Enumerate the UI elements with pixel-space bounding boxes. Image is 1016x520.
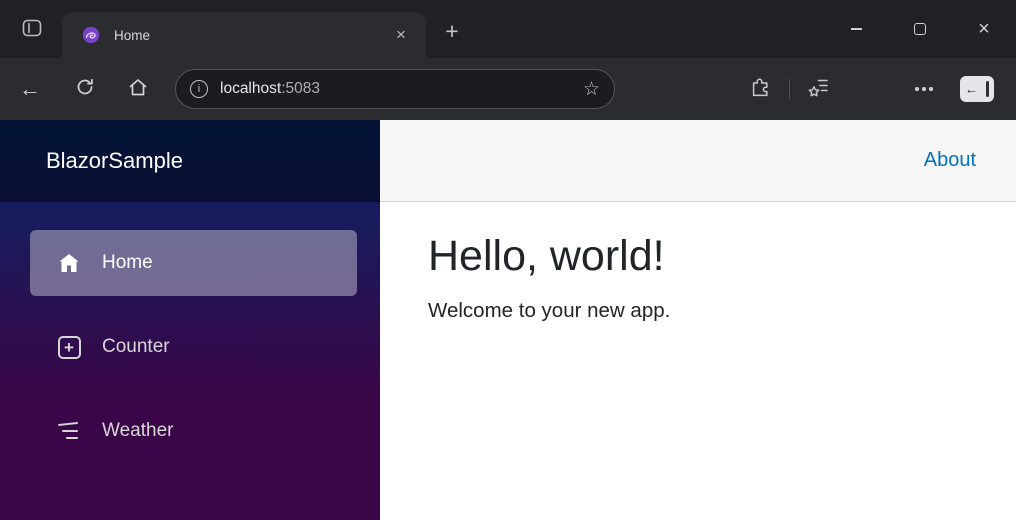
extensions-puzzle-icon: [749, 76, 771, 103]
home-icon: [127, 76, 149, 102]
tab-actions-icon: [20, 16, 44, 45]
toolbar-separator: [789, 79, 790, 99]
maximize-button[interactable]: [888, 0, 952, 58]
sidebar-item-label: Counter: [102, 336, 170, 357]
minimize-button[interactable]: [824, 0, 888, 58]
browser-home-button[interactable]: [120, 71, 156, 107]
new-tab-button[interactable]: +: [436, 15, 468, 47]
about-link[interactable]: About: [924, 149, 976, 172]
close-icon: ×: [978, 18, 990, 40]
list-nested-icon: [56, 421, 82, 440]
app-brand-link[interactable]: BlazorSample: [46, 148, 183, 174]
sidebar-toggle-icon: ←: [960, 76, 994, 102]
extensions-button[interactable]: [744, 73, 776, 105]
page-top-row: About: [380, 120, 1016, 202]
close-window-button[interactable]: ×: [952, 0, 1016, 58]
browser-window: Home × + × ← i localhost:5083 ☆ ← Blazor…: [0, 0, 1016, 520]
main-area: About Hello, world! Welcome to your new …: [380, 120, 1016, 520]
favorite-star-button[interactable]: ☆: [583, 80, 600, 99]
window-controls: ×: [824, 0, 1016, 58]
sidebar-item-counter[interactable]: + Counter: [30, 314, 357, 380]
close-icon: ×: [396, 25, 406, 44]
maximize-icon: [914, 23, 926, 35]
sidebar-item-label: Home: [102, 252, 153, 273]
sidebar-item-home[interactable]: Home: [30, 230, 357, 296]
url-host: localhost: [220, 80, 282, 97]
browser-toolbar: ← i localhost:5083 ☆ ←: [0, 58, 1016, 120]
page-heading: Hello, world!: [428, 232, 665, 280]
plus-square-icon: +: [56, 335, 82, 359]
arrow-left-icon: ←: [965, 81, 978, 97]
app-sidebar: BlazorSample Home + Counter Weather: [0, 120, 380, 520]
minimize-icon: [850, 28, 862, 30]
welcome-text: Welcome to your new app.: [428, 299, 671, 322]
sidebar-item-label: Weather: [102, 420, 174, 441]
tab-title: Home: [114, 27, 151, 43]
sidebar-toggle-button[interactable]: ←: [960, 73, 994, 105]
tab-actions-button[interactable]: [16, 14, 48, 46]
blazor-favicon-icon: [82, 26, 100, 44]
refresh-icon: [75, 77, 95, 101]
back-button[interactable]: ←: [12, 71, 48, 107]
sidebar-item-weather[interactable]: Weather: [30, 398, 357, 464]
site-info-button[interactable]: i: [190, 80, 208, 98]
refresh-button[interactable]: [67, 71, 103, 107]
settings-menu-button[interactable]: [908, 73, 940, 105]
page-content: Hello, world! Welcome to your new app.: [380, 202, 1016, 323]
star-icon: ☆: [582, 78, 600, 100]
favorites-button[interactable]: [802, 73, 834, 105]
url-text: localhost:5083: [220, 80, 320, 98]
back-icon: ←: [19, 76, 41, 101]
plus-icon: +: [445, 17, 459, 44]
more-options-icon: [915, 87, 933, 91]
sidebar-nav: Home + Counter Weather: [0, 202, 380, 464]
url-port: :5083: [281, 80, 320, 97]
favorites-star-list-icon: [807, 76, 829, 103]
address-bar[interactable]: i localhost:5083 ☆: [175, 69, 615, 109]
browser-tab[interactable]: Home ×: [62, 12, 426, 58]
tab-strip: Home × + ×: [0, 0, 1016, 58]
web-page: BlazorSample Home + Counter Weather Abou…: [0, 120, 1016, 520]
sidebar-brand-row: BlazorSample: [0, 120, 380, 202]
tab-close-button[interactable]: ×: [388, 22, 414, 48]
house-icon: [56, 252, 82, 274]
info-icon: i: [197, 82, 201, 95]
